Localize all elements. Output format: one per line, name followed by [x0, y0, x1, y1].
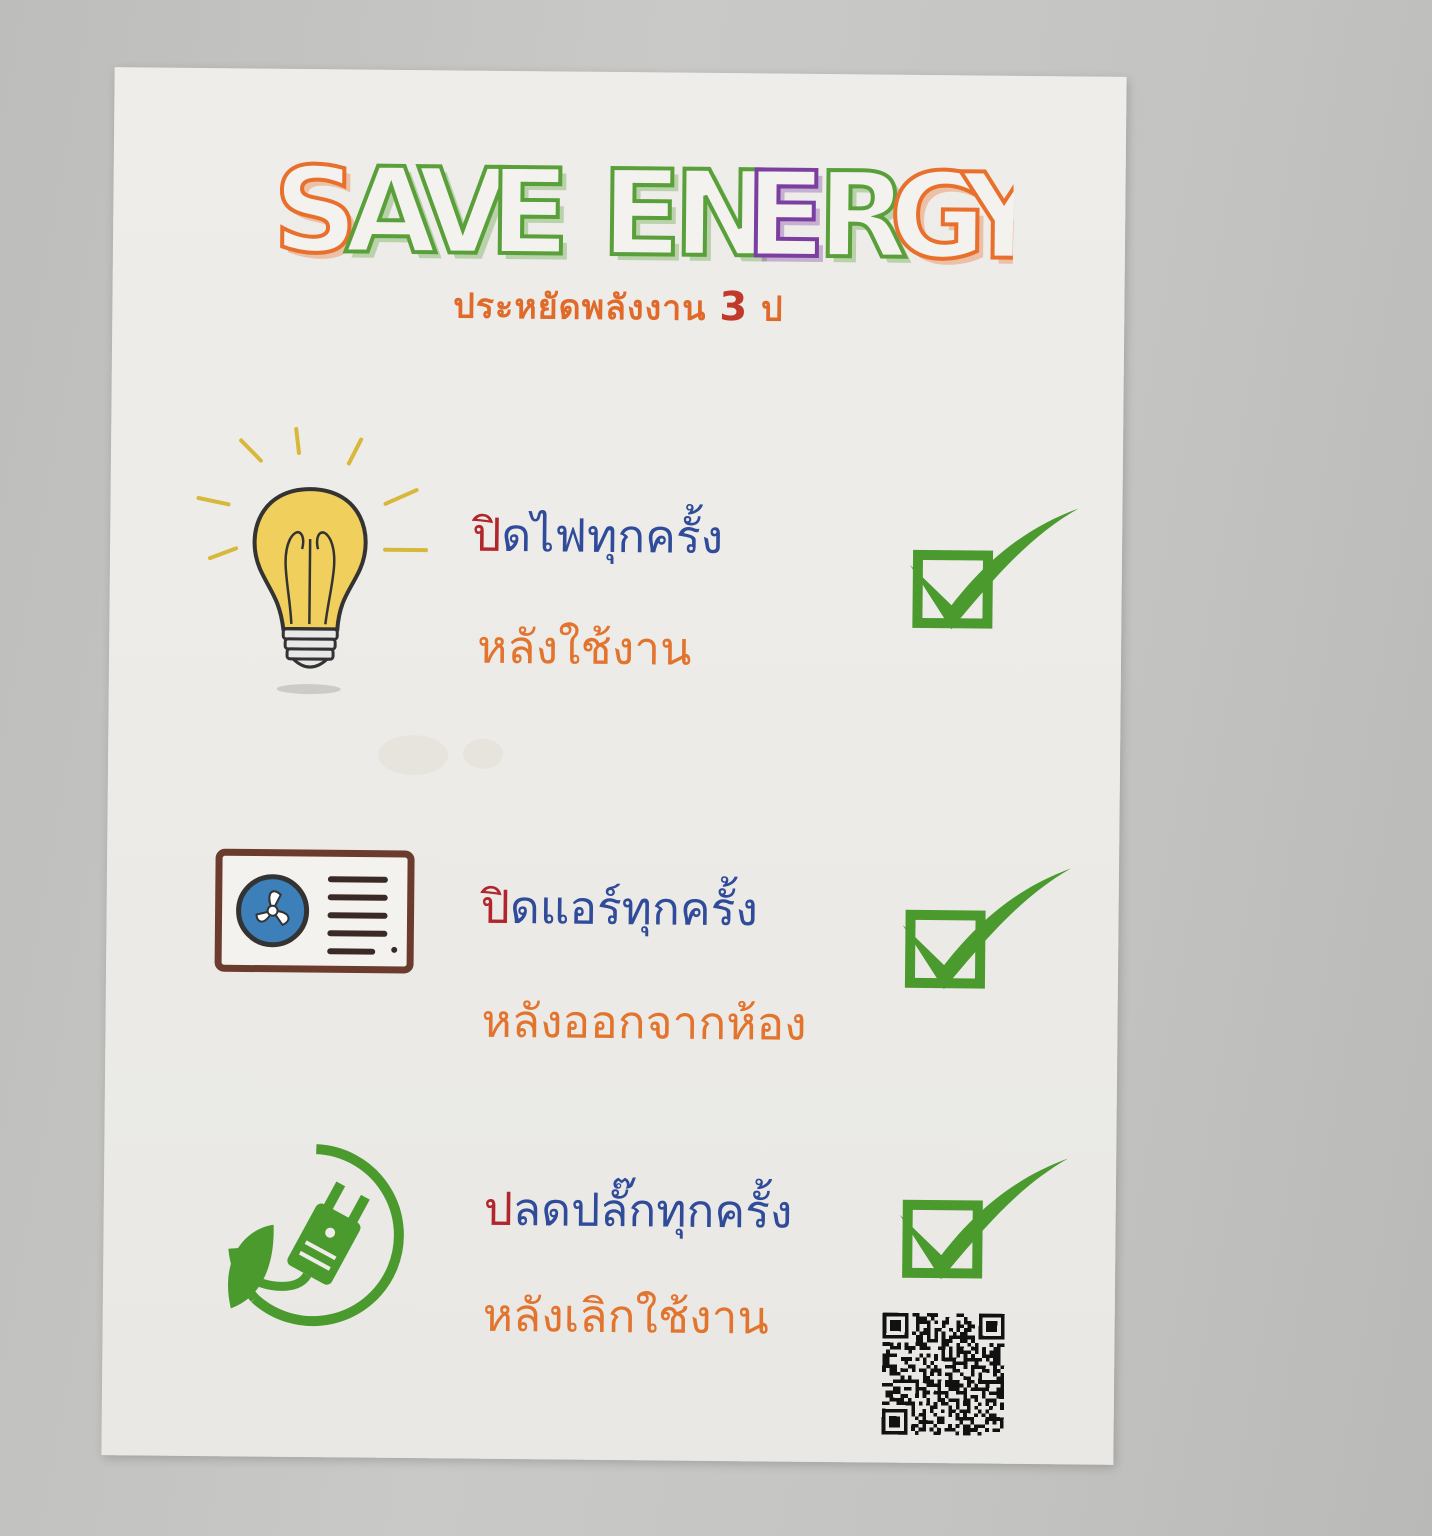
checkbox-check-icon [902, 868, 1072, 990]
tip-row-unplug: ปลดปลั๊กทุกครั้ง หลังเลิกใช้งาน [102, 1077, 1116, 1347]
tip-line1: ปิดแอร์ทุกครั้ง [480, 871, 758, 947]
tip-line1-rest: ดแอร์ทุกครั้ง [509, 880, 759, 937]
paper-stain [462, 738, 504, 769]
poster-title: SSAAVVEE EENNEERRGGYY [271, 139, 1014, 284]
checkbox-check-icon [909, 508, 1079, 630]
poster-subtitle: ประหยัดพลังงาน 3 ป [112, 275, 1124, 339]
tip-line2: หลังใช้งาน [476, 619, 692, 676]
title-letter: E [745, 145, 827, 284]
tip-line2: หลังเลิกใช้งาน [482, 1287, 770, 1345]
air-conditioner-icon [214, 848, 415, 974]
tip-line2: หลังออกจากห้อง [481, 993, 807, 1051]
qr-code-icon [881, 1312, 1005, 1436]
energy-poster: SSAAVVEEEENNEERRGGYY ประหยัดพลังงาน 3 ป [101, 67, 1127, 1465]
tip-line1-first: ปิ [471, 507, 502, 562]
subtitle-number: 3 [719, 283, 749, 331]
tip-line1-first: ปิ [480, 879, 511, 935]
light-bulb-icon [196, 426, 429, 695]
subtitle-suffix: ป [747, 289, 784, 330]
paper-stain [377, 734, 449, 776]
tip-row-aircon: ปิดแอร์ทุกครั้ง หลังออกจากห้อง [105, 777, 1119, 1051]
tip-line1: ปลดปลั๊กทุกครั้ง [483, 1173, 792, 1249]
tip-line1-rest: ดไฟทุกครั้ง [501, 507, 724, 565]
tip-line1: ปิดไฟทุกครั้ง [472, 499, 724, 574]
title-letter: Y [959, 147, 1014, 284]
title-letter: E [489, 143, 571, 282]
title-letter: E [601, 144, 683, 283]
subtitle-text: ประหยัดพลังงาน [453, 286, 720, 329]
tip-row-lights: ปิดไฟทุกครั้ง หลังใช้งาน [109, 417, 1123, 695]
tip-line1-first: ป [483, 1181, 514, 1237]
checkbox-check-icon [899, 1158, 1069, 1280]
eco-plug-icon [228, 1144, 404, 1327]
tip-line1-rest: ลดปลั๊กทุกครั้ง [512, 1182, 793, 1239]
